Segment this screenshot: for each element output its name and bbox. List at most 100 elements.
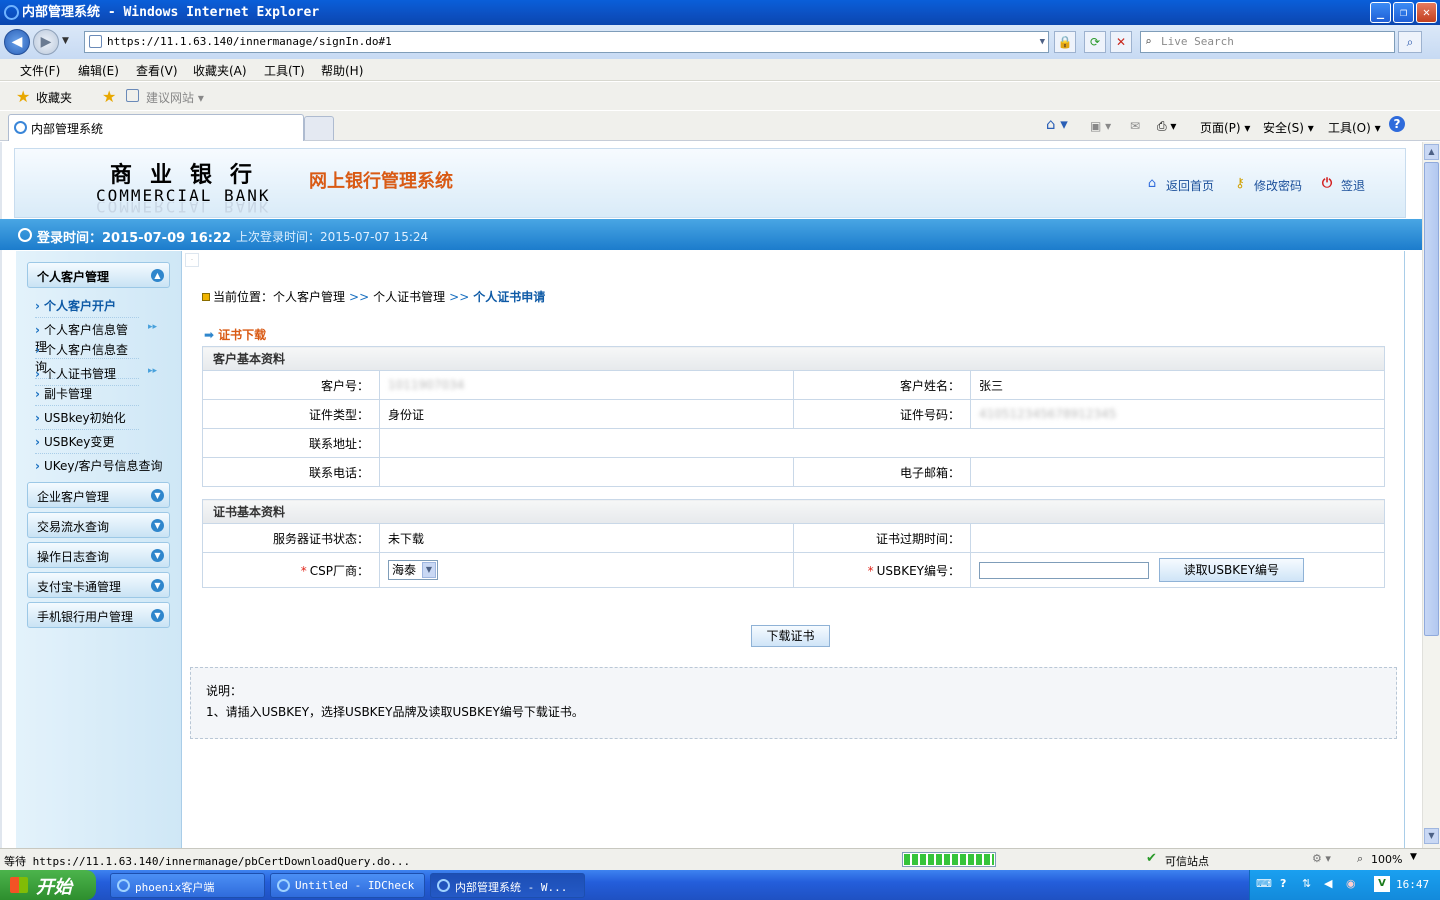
task-phoenix[interactable]: phoenix客户端 — [110, 873, 265, 898]
zoom-level[interactable]: 100% — [1371, 853, 1402, 866]
suggest-page-icon — [126, 89, 139, 102]
sidebar-group-alipay[interactable]: 支付宝卡通管理 ▼ — [27, 572, 170, 598]
collapse-sidebar-toggle[interactable]: · — [185, 253, 199, 267]
app-icon — [277, 879, 290, 892]
search-icon: ⌕ — [1145, 35, 1152, 48]
read-usbkey-button[interactable]: 读取USBKEY编号 — [1158, 558, 1304, 582]
address-value — [379, 428, 1385, 458]
sidebar-group-transactions[interactable]: 交易流水查询 ▼ — [27, 512, 170, 538]
favorites-button[interactable]: 收藏夹 — [36, 89, 72, 106]
new-tab-button[interactable] — [304, 116, 334, 140]
security-tray-icon[interactable]: ◉ — [1346, 877, 1356, 890]
window-title: 内部管理系统 - Windows Internet Explorer — [22, 5, 320, 20]
change-password-link[interactable]: 修改密码 — [1254, 177, 1302, 194]
menu-edit[interactable]: 编辑(E) — [78, 62, 119, 79]
favorites-star-icon[interactable]: ★ — [16, 87, 30, 106]
ie-icon — [437, 879, 450, 892]
home-icon[interactable]: ⌂ ▾ — [1046, 115, 1068, 133]
sidebar-group-corporate[interactable]: 企业客户管理 ▼ — [27, 482, 170, 508]
breadcrumb: 当前位置：个人客户管理 >> 个人证书管理 >> 个人证书申请 — [202, 288, 545, 305]
task-idcheck[interactable]: Untitled - IDCheck — [270, 873, 425, 898]
add-favorite-icon[interactable]: ★ — [102, 87, 116, 106]
mail-icon[interactable]: ✉ — [1130, 119, 1140, 133]
back-arrow-icon[interactable]: ◀ — [1324, 877, 1332, 890]
address-bar: ◀ ▶ ▼ https://11.1.63.140/innermanage/si… — [0, 25, 1440, 59]
usbkey-label: * USBKEY编号： — [793, 552, 971, 588]
sidebar-item-open-account[interactable]: 个人客户开户 — [35, 297, 139, 318]
menu-view[interactable]: 查看(V) — [136, 62, 178, 79]
zoom-icon: ⌕ — [1357, 852, 1364, 865]
network-icon[interactable]: ⇅ — [1302, 877, 1311, 890]
url-input[interactable]: https://11.1.63.140/innermanage/signIn.d… — [84, 31, 1049, 53]
cust-name-value: 张三 — [970, 370, 1385, 400]
feeds-icon[interactable]: ▣ ▾ — [1090, 119, 1111, 133]
tab-bar: 内部管理系统 ⌂ ▾ ▣ ▾ ✉ ⎙ ▾ 页面(P) ▾ 安全(S) ▾ 工具(… — [0, 111, 1440, 141]
sidebar-item-sub-card[interactable]: 副卡管理 — [35, 385, 139, 406]
help-icon[interactable]: ? — [1389, 116, 1405, 132]
url-dropdown-icon[interactable]: ▼ — [1040, 32, 1045, 52]
vertical-scrollbar[interactable]: ▲ ▼ — [1422, 142, 1440, 848]
instructions-title: 说明： — [206, 684, 243, 698]
breadcrumb-sep: >> — [449, 290, 470, 304]
current-login-time: 登录时间：2015-07-09 16:22 — [37, 231, 232, 246]
restore-button[interactable]: ❐ — [1393, 2, 1414, 23]
table-row: 服务器证书状态： 未下载 证书过期时间： — [202, 523, 1385, 553]
sidebar-item-cert-manage[interactable]: 个人证书管理 — [35, 365, 139, 386]
sidebar-item-ukey-query[interactable]: UKey/客户号信息查询 — [35, 457, 163, 477]
forward-button[interactable]: ▶ — [33, 29, 59, 55]
section-title: ➡ 证书下载 — [204, 326, 266, 343]
back-button[interactable]: ◀ — [4, 29, 30, 55]
certificate-info-table: 证书基本资料 服务器证书状态： 未下载 证书过期时间： * CSP厂商： 海泰 ▼ … — [202, 499, 1385, 588]
antivirus-icon[interactable]: V — [1374, 876, 1390, 892]
download-cert-button[interactable]: 下载证书 — [751, 625, 830, 647]
instructions-line-1: 1、请插入USBKEY，选择USBKEY品牌及读取USBKEY编号下载证书。 — [206, 705, 584, 719]
page-menu[interactable]: 页面(P) ▾ — [1200, 119, 1250, 136]
suggested-sites-link[interactable]: 建议网站 ▾ — [146, 89, 204, 106]
checkmark-icon: ✔ — [1146, 851, 1157, 866]
id-type-label: 证件类型： — [202, 399, 380, 429]
safety-menu[interactable]: 安全(S) ▾ — [1263, 119, 1314, 136]
table-row: * CSP厂商： 海泰 ▼ * USBKEY编号： 读取USBKEY编号 — [202, 552, 1385, 588]
email-label: 电子邮箱： — [793, 457, 971, 487]
csp-select[interactable]: 海泰 ▼ — [388, 560, 438, 580]
history-dropdown-icon[interactable]: ▼ — [62, 36, 69, 46]
sidebar-item-usbkey-change[interactable]: USBKey变更 — [35, 433, 139, 454]
menu-tools[interactable]: 工具(T) — [264, 62, 305, 79]
usbkey-input[interactable] — [979, 561, 1149, 579]
close-button[interactable]: ✕ — [1416, 2, 1437, 23]
logout-link[interactable]: 签退 — [1341, 177, 1365, 194]
menu-file[interactable]: 文件(F) — [20, 62, 60, 79]
sidebar-group-personal[interactable]: 个人客户管理 ▲ — [27, 262, 170, 288]
menu-favorites[interactable]: 收藏夹(A) — [193, 62, 247, 79]
home-link[interactable]: 返回首页 — [1166, 177, 1214, 194]
trusted-zone[interactable]: 可信站点 — [1165, 853, 1209, 869]
stop-icon[interactable]: ✕ — [1110, 31, 1132, 53]
tab-label: 内部管理系统 — [31, 122, 104, 136]
lock-icon[interactable]: 🔒 — [1054, 31, 1076, 53]
minimize-button[interactable]: _ — [1370, 2, 1391, 23]
section-title-text: 证书下载 — [218, 328, 267, 342]
protected-mode-icon[interactable]: ⚙ ▾ — [1312, 852, 1331, 865]
tools-menu[interactable]: 工具(O) ▾ — [1328, 119, 1381, 136]
start-button[interactable]: 开始 — [0, 870, 96, 900]
sidebar-group-label: 个人客户管理 — [37, 270, 110, 284]
refresh-icon[interactable]: ⟳ — [1084, 31, 1106, 53]
keyboard-icon[interactable]: ⌨ — [1256, 877, 1272, 890]
scroll-thumb[interactable] — [1424, 162, 1439, 636]
search-go-icon[interactable]: ⌕ — [1398, 31, 1422, 53]
task-ie[interactable]: 内部管理系统 - W... — [430, 873, 585, 898]
scroll-up-icon[interactable]: ▲ — [1424, 144, 1439, 160]
print-icon[interactable]: ⎙ ▾ — [1157, 119, 1176, 134]
cust-no-label: 客户号： — [202, 370, 380, 400]
menu-help[interactable]: 帮助(H) — [321, 62, 363, 79]
sidebar-group-oplog[interactable]: 操作日志查询 ▼ — [27, 542, 170, 568]
search-input[interactable]: ⌕ Live Search — [1140, 31, 1395, 53]
sidebar-group-mobile[interactable]: 手机银行用户管理 ▼ — [27, 602, 170, 628]
zoom-dropdown-icon[interactable]: ▼ — [1410, 852, 1417, 862]
expand-icon: ▼ — [151, 549, 164, 562]
help-tray-icon[interactable]: ? — [1280, 877, 1286, 890]
tab-inner-manage[interactable]: 内部管理系统 — [8, 114, 304, 141]
sidebar-item-usbkey-init[interactable]: USBkey初始化 — [35, 409, 139, 430]
tab-ie-icon — [14, 121, 27, 134]
scroll-down-icon[interactable]: ▼ — [1424, 828, 1439, 844]
